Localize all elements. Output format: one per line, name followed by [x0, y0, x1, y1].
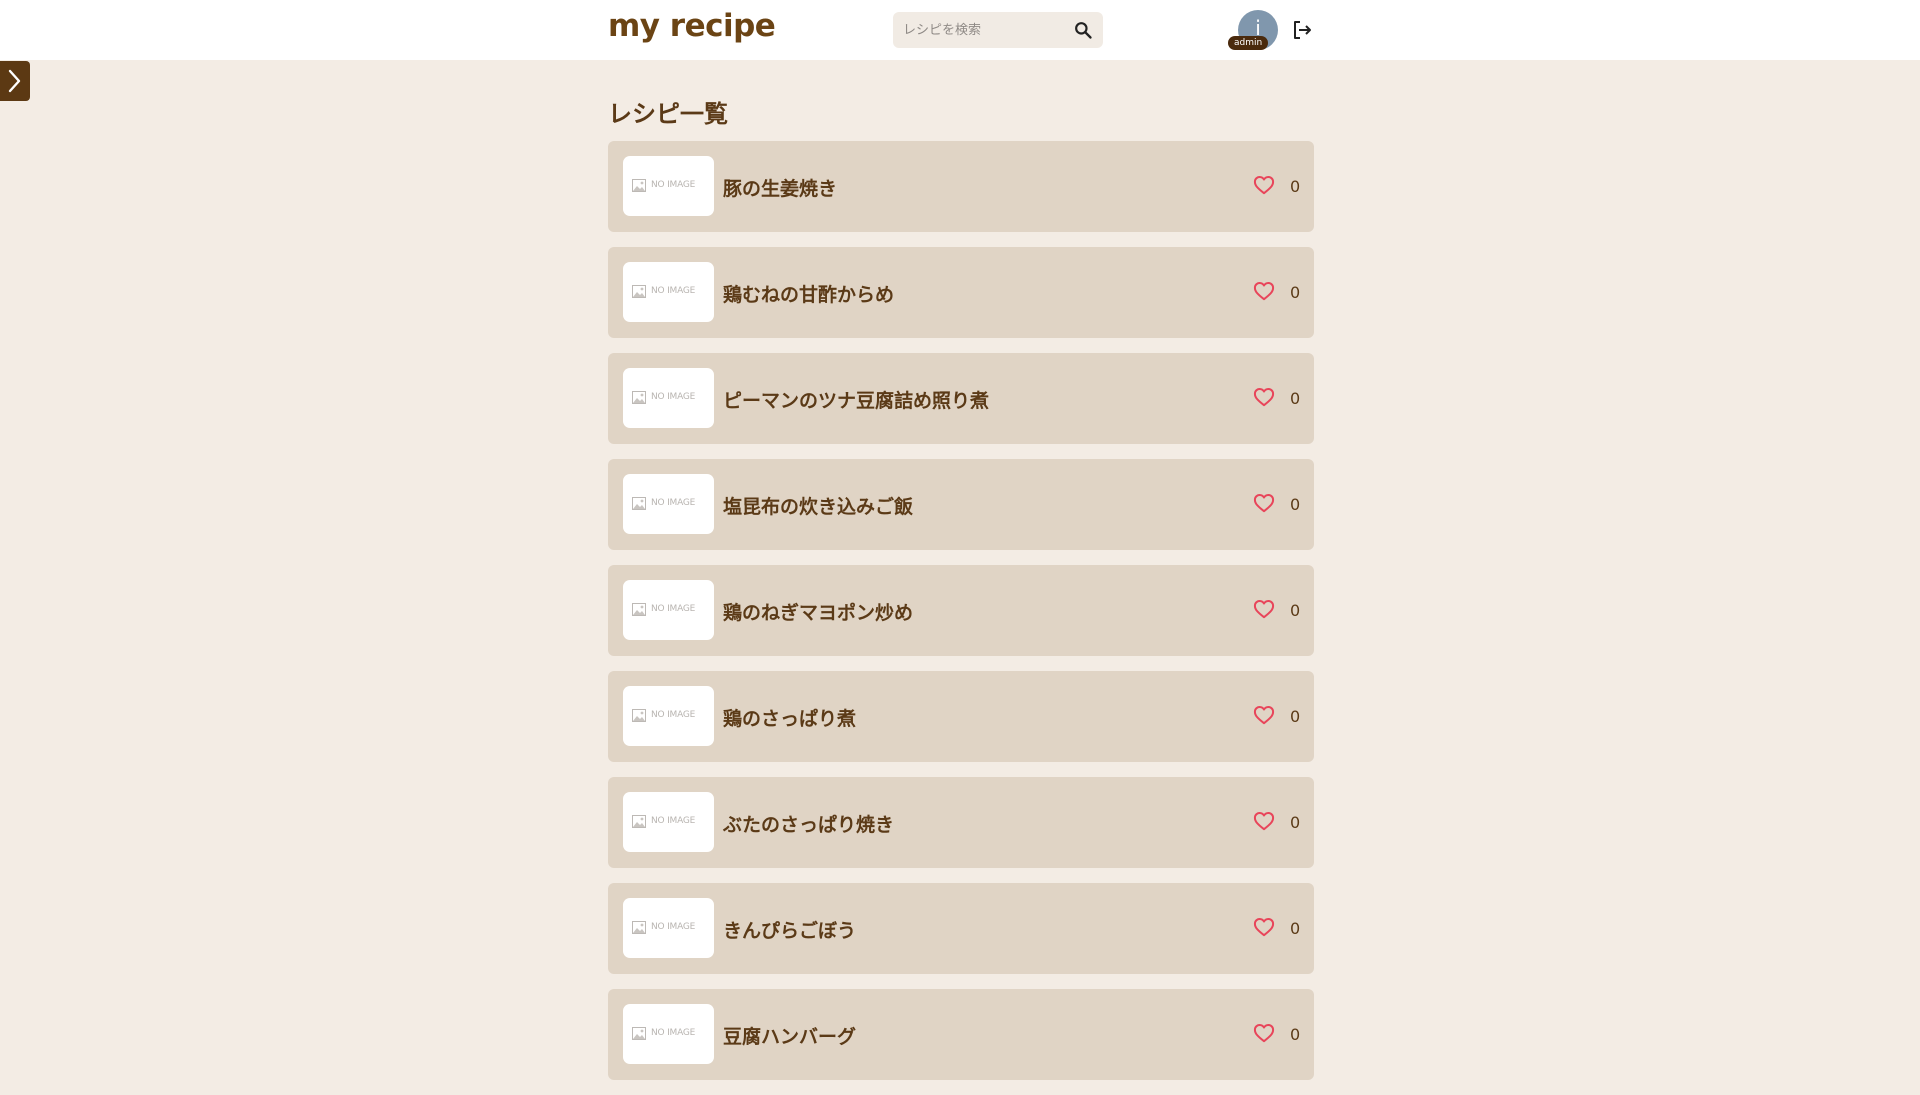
heart-icon[interactable] — [1253, 493, 1275, 513]
like-count: 0 — [1290, 495, 1301, 514]
recipe-title: 塩昆布の炊き込みご飯 — [723, 496, 914, 518]
no-image-label: NO IMAGE — [651, 498, 696, 508]
like-count: 0 — [1290, 601, 1301, 620]
recipe-card[interactable]: NO IMAGE 鶏のさっぱり煮 0 — [608, 671, 1314, 762]
recipe-thumbnail: NO IMAGE — [623, 262, 714, 322]
search-icon[interactable] — [1073, 20, 1093, 40]
image-placeholder-icon — [632, 1027, 646, 1040]
like-count: 0 — [1290, 707, 1301, 726]
no-image-label: NO IMAGE — [651, 180, 696, 190]
recipe-thumbnail: NO IMAGE — [623, 156, 714, 216]
recipe-card[interactable]: NO IMAGE ピーマンのツナ豆腐詰め照り煮 0 — [608, 353, 1314, 444]
recipe-card[interactable]: NO IMAGE 豚の生姜焼き 0 — [608, 141, 1314, 232]
heart-icon[interactable] — [1253, 175, 1275, 195]
no-image-label: NO IMAGE — [651, 286, 696, 296]
no-image-label: NO IMAGE — [651, 1028, 696, 1038]
user-role-badge: admin — [1228, 36, 1269, 50]
image-placeholder-icon — [632, 285, 646, 298]
recipe-thumbnail: NO IMAGE — [623, 686, 714, 746]
recipe-title: 豚の生姜焼き — [723, 178, 838, 200]
image-placeholder-icon — [632, 603, 646, 616]
heart-icon[interactable] — [1253, 1023, 1275, 1043]
image-placeholder-icon — [632, 497, 646, 510]
like-count: 0 — [1290, 1025, 1301, 1044]
heart-icon[interactable] — [1253, 811, 1275, 831]
sidebar-toggle-button[interactable] — [0, 61, 30, 101]
logout-icon[interactable] — [1290, 18, 1314, 42]
image-placeholder-icon — [632, 815, 646, 828]
no-image-label: NO IMAGE — [651, 392, 696, 402]
recipe-card[interactable]: NO IMAGE 塩昆布の炊き込みご飯 0 — [608, 459, 1314, 550]
search-box — [893, 12, 1103, 48]
recipe-thumbnail: NO IMAGE — [623, 580, 714, 640]
recipe-title: 豆腐ハンバーグ — [723, 1026, 857, 1048]
page-title: レシピ一覧 — [608, 100, 728, 128]
recipe-title: きんぴらごぼう — [723, 920, 857, 942]
recipe-card[interactable]: NO IMAGE 鶏むねの甘酢からめ 0 — [608, 247, 1314, 338]
heart-icon[interactable] — [1253, 917, 1275, 937]
like-count: 0 — [1290, 177, 1301, 196]
recipe-thumbnail: NO IMAGE — [623, 368, 714, 428]
no-image-label: NO IMAGE — [651, 816, 696, 826]
heart-icon[interactable] — [1253, 281, 1275, 301]
recipe-title: ピーマンのツナ豆腐詰め照り煮 — [723, 390, 990, 412]
no-image-label: NO IMAGE — [651, 922, 696, 932]
like-count: 0 — [1290, 283, 1301, 302]
search-input[interactable] — [903, 19, 1063, 41]
recipe-thumbnail: NO IMAGE — [623, 474, 714, 534]
like-count: 0 — [1290, 919, 1301, 938]
recipe-title: ぶたのさっぱり焼き — [723, 814, 895, 836]
recipe-card[interactable]: NO IMAGE 豆腐ハンバーグ 0 — [608, 989, 1314, 1080]
image-placeholder-icon — [632, 391, 646, 404]
recipe-title: 鶏のさっぱり煮 — [723, 708, 857, 730]
image-placeholder-icon — [632, 179, 646, 192]
no-image-label: NO IMAGE — [651, 604, 696, 614]
like-count: 0 — [1290, 389, 1301, 408]
heart-icon[interactable] — [1253, 705, 1275, 725]
heart-icon[interactable] — [1253, 387, 1275, 407]
image-placeholder-icon — [632, 921, 646, 934]
top-header: my recipe i admin — [0, 0, 1920, 60]
heart-icon[interactable] — [1253, 599, 1275, 619]
no-image-label: NO IMAGE — [651, 710, 696, 720]
chevron-right-icon — [8, 69, 21, 93]
recipe-card[interactable]: NO IMAGE きんぴらごぼう 0 — [608, 883, 1314, 974]
recipe-list: NO IMAGE 豚の生姜焼き 0 NO IMAGE 鶏むねの甘酢からめ 0 N… — [608, 141, 1314, 1095]
like-count: 0 — [1290, 813, 1301, 832]
recipe-thumbnail: NO IMAGE — [623, 1004, 714, 1064]
recipe-title: 鶏のねぎマヨポン炒め — [723, 602, 914, 624]
recipe-card[interactable]: NO IMAGE ぶたのさっぱり焼き 0 — [608, 777, 1314, 868]
app-logo[interactable]: my recipe — [608, 8, 776, 44]
recipe-thumbnail: NO IMAGE — [623, 792, 714, 852]
recipe-thumbnail: NO IMAGE — [623, 898, 714, 958]
recipe-title: 鶏むねの甘酢からめ — [723, 284, 895, 306]
recipe-card[interactable]: NO IMAGE 鶏のねぎマヨポン炒め 0 — [608, 565, 1314, 656]
image-placeholder-icon — [632, 709, 646, 722]
